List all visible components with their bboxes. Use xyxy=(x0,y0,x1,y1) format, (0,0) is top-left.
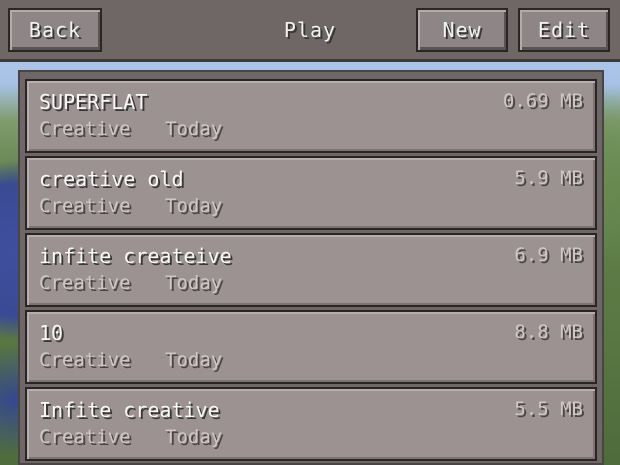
world-last-played: Today xyxy=(165,118,223,140)
world-row[interactable]: SUPERFLAT 0.69 MB Creative Today xyxy=(25,79,597,153)
world-name: infite createive xyxy=(39,244,232,268)
world-size: 8.8 MB xyxy=(514,321,583,343)
world-game-mode: Creative xyxy=(39,195,131,217)
world-size: 5.5 MB xyxy=(514,398,583,420)
world-row[interactable]: Infite creative 5.5 MB Creative Today xyxy=(25,387,597,461)
world-game-mode: Creative xyxy=(39,426,131,448)
world-name: 10 xyxy=(39,321,64,345)
world-row[interactable]: 10 8.8 MB Creative Today xyxy=(25,310,597,384)
world-size: 6.9 MB xyxy=(514,244,583,266)
world-row[interactable]: infite createive 6.9 MB Creative Today xyxy=(25,233,597,307)
world-row[interactable]: creative old 5.9 MB Creative Today xyxy=(25,156,597,230)
world-last-played: Today xyxy=(165,272,223,294)
top-bar: Back Play New Edit xyxy=(0,0,620,62)
back-button[interactable]: Back xyxy=(8,8,102,52)
new-world-button[interactable]: New xyxy=(416,8,508,52)
world-name: SUPERFLAT xyxy=(39,90,148,114)
world-last-played: Today xyxy=(165,195,223,217)
world-last-played: Today xyxy=(165,349,223,371)
world-game-mode: Creative xyxy=(39,349,131,371)
world-name: creative old xyxy=(39,167,184,191)
world-list[interactable]: SUPERFLAT 0.69 MB Creative Today creativ… xyxy=(18,70,604,465)
world-name: Infite creative xyxy=(39,398,220,422)
world-last-played: Today xyxy=(165,426,223,448)
world-size: 0.69 MB xyxy=(502,90,583,112)
world-game-mode: Creative xyxy=(39,118,131,140)
world-game-mode: Creative xyxy=(39,272,131,294)
edit-button[interactable]: Edit xyxy=(518,8,610,52)
world-size: 5.9 MB xyxy=(514,167,583,189)
